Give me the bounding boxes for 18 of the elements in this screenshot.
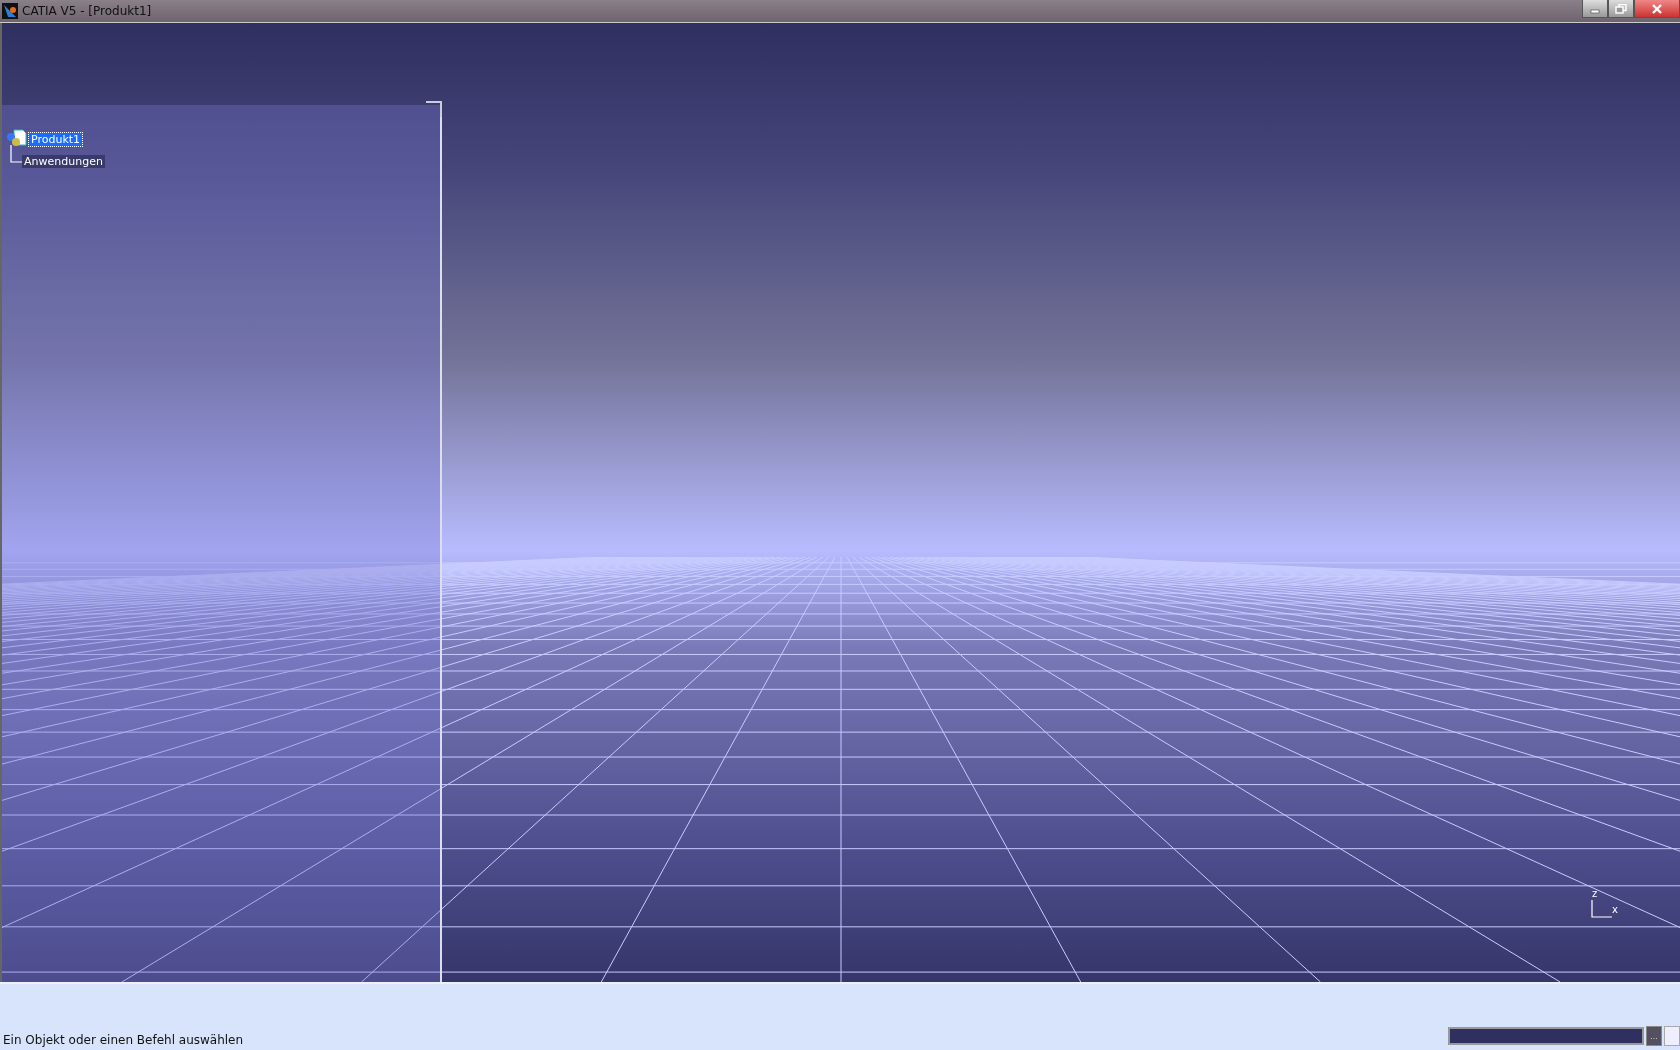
tree-item[interactable]: Produkt1 <box>28 131 84 147</box>
3d-viewport[interactable]: Produkt1 Anwendungen z x <box>0 23 1680 982</box>
axis-label: z <box>1592 888 1598 899</box>
axis-label: x <box>1612 904 1618 915</box>
window-title: CATIA V5 - [Produkt1] <box>22 4 153 18</box>
more-button[interactable]: ... <box>1646 1026 1662 1046</box>
app-logo-icon <box>2 3 18 19</box>
product-icon <box>6 129 28 149</box>
minimize-button[interactable] <box>1582 0 1608 18</box>
axis-icon <box>1591 900 1613 918</box>
status-message: Ein Objekt oder einen Befehl auswählen <box>2 1033 245 1047</box>
close-button[interactable] <box>1634 0 1680 18</box>
command-input-field[interactable] <box>1448 1027 1644 1045</box>
restore-icon <box>1615 3 1627 14</box>
panel-corner-mark <box>426 101 442 117</box>
close-icon <box>1651 3 1663 14</box>
restore-button[interactable] <box>1608 0 1634 18</box>
tree-item[interactable]: Anwendungen <box>22 155 105 168</box>
